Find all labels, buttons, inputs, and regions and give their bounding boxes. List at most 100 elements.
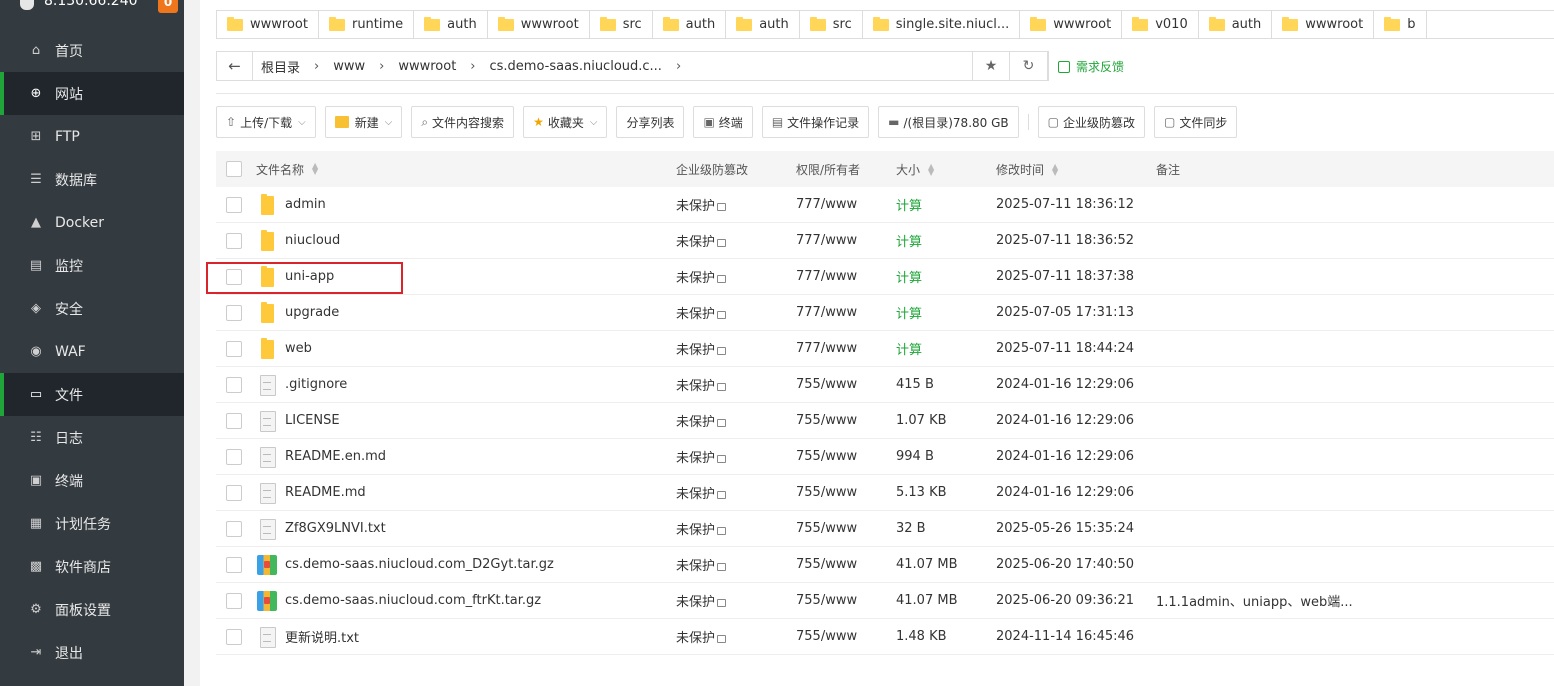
table-row[interactable]: niucloud 未保护 777/www 计算 2025-07-11 18:36:52 [216,223,1554,259]
toolbar-button[interactable]: ⌕ 文件内容搜索 [411,106,515,138]
header-size[interactable]: 大小 ▲ ▼ [896,161,996,178]
file-name[interactable]: cs.demo-saas.niucloud.com_D2Gyt.tar.gz [285,557,554,572]
bookmark-item[interactable]: runtime [319,11,415,38]
table-row[interactable]: cs.demo-saas.niucloud.com_ftrKt.tar.gz 未保… [216,583,1554,619]
protect-status[interactable]: 未保护 [676,559,715,574]
toolbar-button[interactable]: ★ 收藏夹 ⌵ [523,106,608,138]
file-name[interactable]: 更新说明.txt [285,627,359,646]
bookmark-item[interactable]: wwwroot [217,11,319,38]
file-size[interactable]: 计算 [896,303,996,322]
row-checkbox[interactable] [226,592,242,609]
toolbar-button[interactable]: ▬/(根目录)78.80 GB [878,106,1019,138]
protect-status[interactable]: 未保护 [676,343,715,358]
permission[interactable]: 777/www [796,305,896,320]
note[interactable]: 1.1.1admin、uniapp、web端... [1156,591,1536,610]
sidebar-item-11[interactable]: ▦ 计划任务 [0,502,184,545]
permission[interactable]: 755/www [796,521,896,536]
file-size[interactable]: 计算 [896,195,996,214]
table-row[interactable]: Zf8GX9LNVI.txt 未保护 755/www 32 B 2025-05-26 1… [216,511,1554,547]
protect-status[interactable]: 未保护 [676,487,715,502]
sidebar-item-9[interactable]: ☷ 日志 [0,416,184,459]
file-name[interactable]: web [285,341,312,356]
sidebar-item-2[interactable]: ⊞ FTP [0,115,184,158]
breadcrumb-item[interactable]: www [325,59,373,74]
sidebar-item-1[interactable]: ⊕ 网站 [0,72,184,115]
bookmark-item[interactable]: auth [653,11,727,38]
permission[interactable]: 755/www [796,485,896,500]
row-checkbox[interactable] [226,376,242,393]
row-checkbox[interactable] [226,304,242,321]
permission[interactable]: 755/www [796,593,896,608]
file-name[interactable]: .gitignore [285,377,347,392]
file-name[interactable]: admin [285,197,326,212]
file-name[interactable]: upgrade [285,305,339,320]
table-row[interactable]: upgrade 未保护 777/www 计算 2025-07-05 17:31:13 [216,295,1554,331]
row-checkbox[interactable] [226,520,242,537]
row-checkbox[interactable] [226,484,242,501]
permission[interactable]: 777/www [796,197,896,212]
bookmark-item[interactable]: v010 [1122,11,1199,38]
protect-status[interactable]: 未保护 [676,631,715,646]
sidebar-item-12[interactable]: ▩ 软件商店 [0,545,184,588]
row-checkbox[interactable] [226,556,242,573]
toolbar-button[interactable]: ⇧ 上传/下载 ⌵ [216,106,316,138]
toolbar-button[interactable]: ▢ 企业级防篡改 [1037,106,1145,138]
bookmark-item[interactable]: single.site.niucl... [863,11,1021,38]
bookmark-item[interactable]: auth [726,11,800,38]
sidebar-item-7[interactable]: ◉ WAF [0,330,184,373]
sidebar-item-10[interactable]: ▣ 终端 [0,459,184,502]
row-checkbox[interactable] [226,232,242,249]
protect-status[interactable]: 未保护 [676,199,715,214]
bookmark-item[interactable]: b [1374,11,1427,38]
toolbar-button[interactable]: 新建 ⌵ [324,106,403,138]
breadcrumb-item[interactable]: wwwroot [390,59,464,74]
row-checkbox[interactable] [226,628,242,645]
sidebar-item-14[interactable]: ⇥ 退出 [0,631,184,674]
protect-status[interactable]: 未保护 [676,451,715,466]
file-name[interactable]: LICENSE [285,413,340,428]
protect-status[interactable]: 未保护 [676,307,715,322]
protect-status[interactable]: 未保护 [676,271,715,286]
breadcrumb-item[interactable]: 根目录 [253,57,308,76]
sidebar-item-6[interactable]: ◈ 安全 [0,287,184,330]
refresh-icon[interactable]: ↻ [1010,51,1048,81]
file-size[interactable]: 计算 [896,231,996,250]
protect-status[interactable]: 未保护 [676,379,715,394]
bookmark-item[interactable]: wwwroot [1020,11,1123,38]
header-time[interactable]: 修改时间 ▲ ▼ [996,161,1156,178]
table-row[interactable]: 更新说明.txt 未保护 755/www 1.48 KB 2024-11-14 16:4… [216,619,1554,655]
protect-status[interactable]: 未保护 [676,523,715,538]
bookmark-item[interactable]: src [800,11,863,38]
toolbar-button[interactable]: ▢ 文件同步 [1153,106,1238,138]
file-name[interactable]: README.en.md [285,449,386,464]
permission[interactable]: 755/www [796,449,896,464]
sidebar-item-5[interactable]: ▤ 监控 [0,244,184,287]
permission[interactable]: 755/www [796,629,896,644]
file-name[interactable]: cs.demo-saas.niucloud.com_ftrKt.tar.gz [285,593,541,608]
notification-badge[interactable]: 0 [158,0,178,13]
header-name[interactable]: 文件名称 ▲ ▼ [256,161,676,178]
table-row[interactable]: uni-app 未保护 777/www 计算 2025-07-11 18:37:38 [216,259,1554,295]
sidebar-item-0[interactable]: ⌂ 首页 [0,29,184,72]
toolbar-button[interactable]: ▣ 终端 [693,106,753,138]
toolbar-button[interactable]: 分享列表 [616,106,685,138]
favorite-star-icon[interactable]: ★ [972,51,1010,81]
table-row[interactable]: admin 未保护 777/www 计算 2025-07-11 18:36:12 [216,187,1554,223]
row-checkbox[interactable] [226,340,242,357]
bookmark-item[interactable]: src [590,11,653,38]
row-checkbox[interactable] [226,448,242,465]
breadcrumb-item[interactable]: cs.demo-saas.niucloud.c... [482,59,670,74]
select-all-checkbox[interactable] [226,161,242,177]
table-row[interactable]: web 未保护 777/www 计算 2025-07-11 18:44:24 [216,331,1554,367]
file-name[interactable]: README.md [285,485,366,500]
permission[interactable]: 777/www [796,269,896,284]
protect-status[interactable]: 未保护 [676,595,715,610]
bookmark-item[interactable]: wwwroot [1272,11,1375,38]
table-row[interactable]: README.en.md 未保护 755/www 994 B 2024-01-16 12… [216,439,1554,475]
bookmark-item[interactable]: wwwroot [488,11,590,38]
sidebar-item-4[interactable]: ▲ Docker [0,201,184,244]
permission[interactable]: 755/www [796,377,896,392]
permission[interactable]: 777/www [796,341,896,356]
toolbar-button[interactable]: ▤ 文件操作记录 [761,106,870,138]
back-button[interactable]: ← [217,52,253,80]
